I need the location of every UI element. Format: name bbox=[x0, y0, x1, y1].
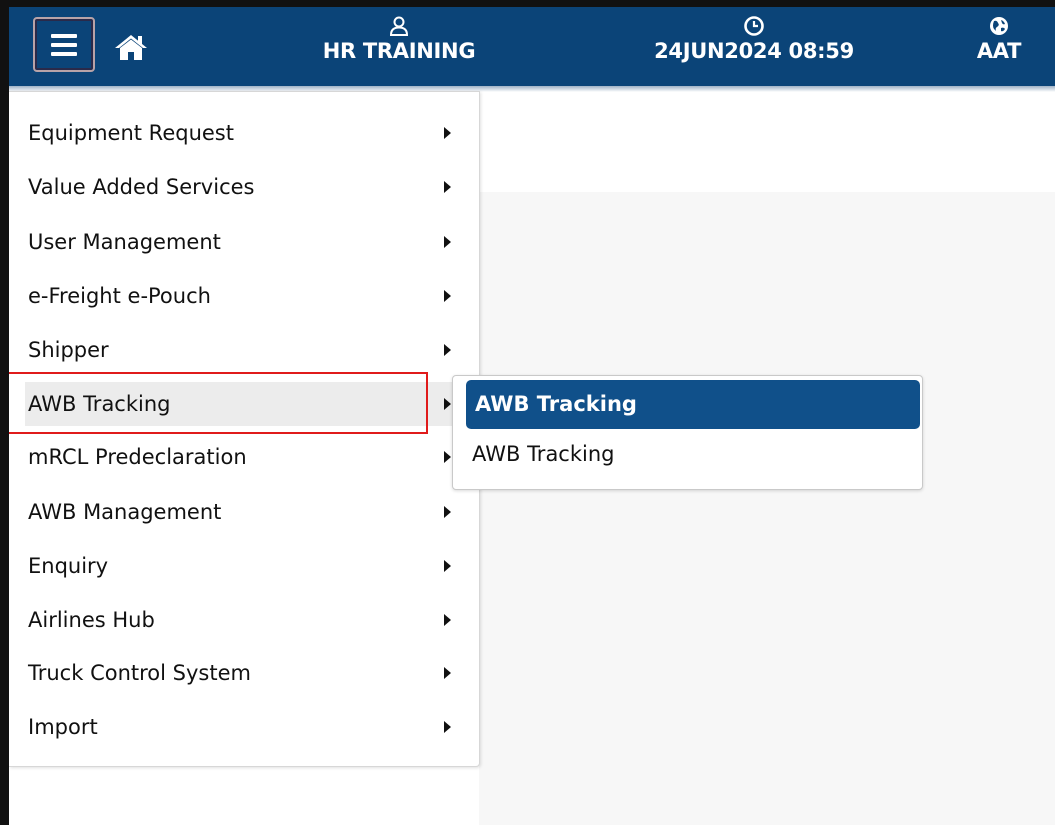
region-text: AAT bbox=[976, 39, 1022, 63]
caret-right-icon bbox=[444, 290, 451, 302]
menu-item-airlines-hub[interactable]: Airlines Hub bbox=[25, 599, 471, 641]
user-name: HR TRAINING bbox=[322, 39, 476, 63]
submenu-item-awb-tracking[interactable]: AWB Tracking bbox=[466, 432, 920, 476]
caret-right-icon bbox=[444, 560, 451, 572]
content-header-area bbox=[479, 92, 1055, 192]
menu-item-e-freight-e-pouch[interactable]: e-Freight e-Pouch bbox=[25, 275, 471, 317]
menu-item-user-management[interactable]: User Management bbox=[25, 221, 471, 263]
menu-item-label: Value Added Services bbox=[28, 175, 255, 199]
region-info[interactable]: AAT bbox=[964, 15, 1034, 63]
menu-item-mrcl-predeclaration[interactable]: mRCL Predeclaration bbox=[25, 436, 471, 478]
caret-right-icon bbox=[444, 506, 451, 518]
menu-item-label: AWB Tracking bbox=[28, 392, 171, 416]
home-icon[interactable] bbox=[114, 33, 148, 61]
caret-right-icon bbox=[444, 721, 451, 733]
menu-item-enquiry[interactable]: Enquiry bbox=[25, 545, 471, 587]
menu-item-label: User Management bbox=[28, 230, 221, 254]
submenu-header[interactable]: AWB Tracking bbox=[466, 380, 920, 429]
user-info: HR TRAINING bbox=[309, 15, 489, 63]
caret-right-icon bbox=[444, 127, 451, 139]
globe-icon bbox=[990, 17, 1008, 35]
top-navigation-bar: HR TRAINING 24JUN2024 08:59 AAT bbox=[9, 7, 1055, 86]
menu-item-shipper[interactable]: Shipper bbox=[25, 329, 471, 371]
menu-item-label: Enquiry bbox=[28, 554, 109, 578]
user-icon bbox=[389, 16, 409, 36]
menu-item-label: Equipment Request bbox=[28, 121, 234, 145]
menu-item-awb-management[interactable]: AWB Management bbox=[25, 491, 471, 533]
caret-right-icon bbox=[444, 614, 451, 626]
menu-item-import[interactable]: Import bbox=[25, 706, 471, 748]
menu-item-equipment-request[interactable]: Equipment Request bbox=[25, 112, 471, 154]
main-menu: Equipment Request Value Added Services U… bbox=[9, 91, 480, 767]
awb-tracking-submenu: AWB Tracking AWB Tracking bbox=[452, 375, 923, 490]
menu-item-label: AWB Management bbox=[28, 500, 222, 524]
menu-item-value-added-services[interactable]: Value Added Services bbox=[25, 166, 471, 208]
caret-right-icon bbox=[444, 667, 451, 679]
menu-item-label: Shipper bbox=[28, 338, 109, 362]
app-window: HR TRAINING 24JUN2024 08:59 AAT Equipmen… bbox=[0, 0, 1055, 825]
datetime-info: 24JUN2024 08:59 bbox=[644, 15, 864, 63]
menu-item-label: Truck Control System bbox=[28, 661, 251, 685]
menu-item-truck-control-system[interactable]: Truck Control System bbox=[25, 652, 471, 694]
datetime-text: 24JUN2024 08:59 bbox=[654, 39, 854, 63]
menu-item-label: e-Freight e-Pouch bbox=[28, 284, 211, 308]
menu-item-label: Import bbox=[28, 715, 98, 739]
caret-right-icon bbox=[444, 344, 451, 356]
menu-toggle-button[interactable] bbox=[33, 17, 95, 72]
content-area bbox=[479, 192, 1055, 825]
menu-item-label: mRCL Predeclaration bbox=[28, 445, 247, 469]
caret-right-icon bbox=[444, 181, 451, 193]
caret-right-icon bbox=[444, 398, 451, 410]
caret-right-icon bbox=[444, 236, 451, 248]
clock-icon bbox=[744, 16, 764, 36]
caret-right-icon bbox=[444, 451, 451, 463]
menu-item-awb-tracking[interactable]: AWB Tracking bbox=[25, 382, 471, 426]
menu-item-label: Airlines Hub bbox=[28, 608, 155, 632]
